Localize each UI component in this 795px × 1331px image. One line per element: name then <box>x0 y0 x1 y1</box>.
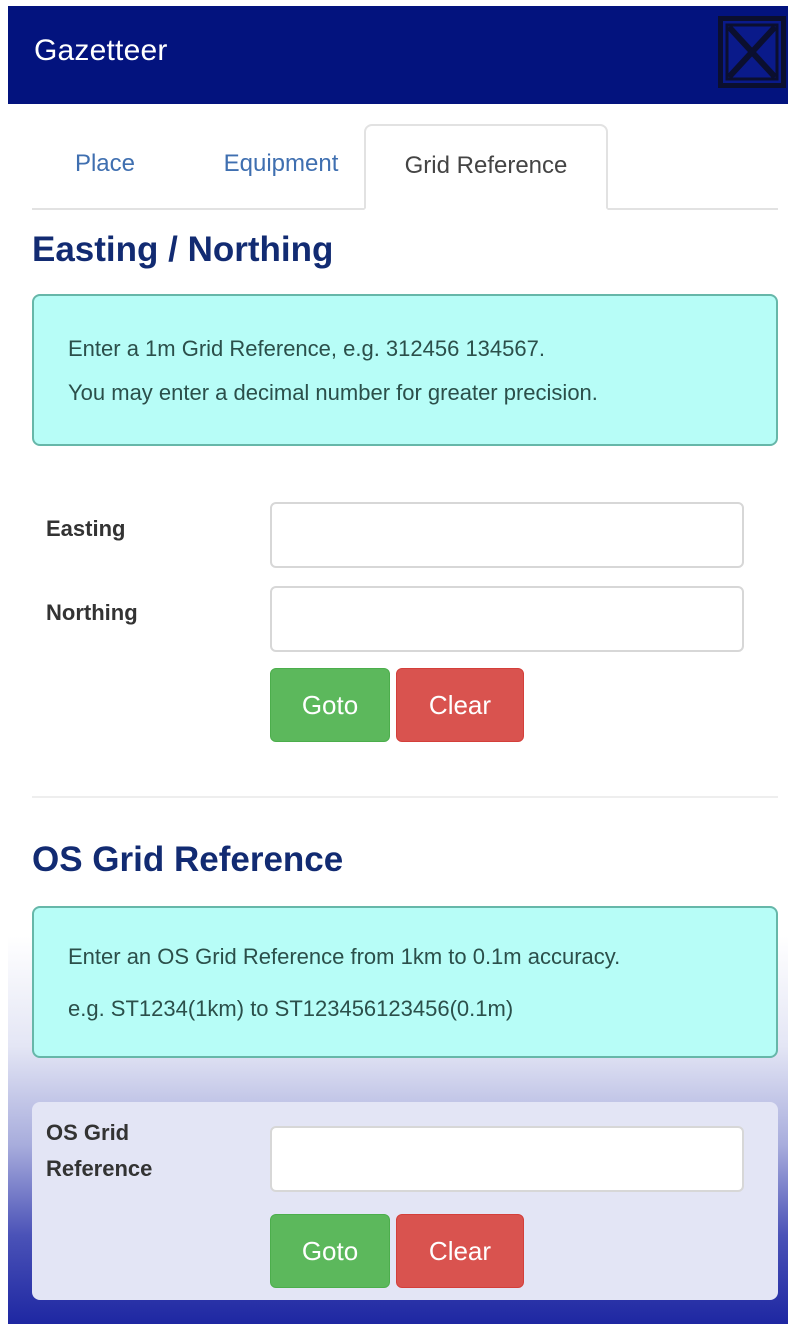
os-grid-form-panel: OS Grid Reference Goto Clear <box>32 1102 778 1300</box>
tab-equipment[interactable]: Equipment <box>192 124 370 208</box>
os-grid-reference-input[interactable] <box>270 1126 744 1192</box>
tab-place[interactable]: Place <box>50 124 160 208</box>
northing-input[interactable] <box>270 586 744 652</box>
section-divider <box>32 796 778 798</box>
easting-label: Easting <box>46 516 126 541</box>
gazetteer-dialog: Gazetteer Place Equipment Grid Reference… <box>8 6 788 1324</box>
dialog-header: Gazetteer <box>8 6 788 104</box>
easting-northing-info: Enter a 1m Grid Reference, e.g. 312456 1… <box>32 294 778 446</box>
close-x-icon <box>725 23 779 81</box>
info-text: Enter an OS Grid Reference from 1km to 0… <box>68 944 621 969</box>
easting-northing-heading: Easting / Northing <box>32 230 334 269</box>
info-text: e.g. ST1234(1km) to ST123456123456(0.1m) <box>68 996 514 1021</box>
goto-button[interactable]: Goto <box>270 1214 390 1288</box>
info-text: Enter a 1m Grid Reference, e.g. 312456 1… <box>68 336 545 361</box>
os-grid-label-line2: Reference <box>46 1156 153 1181</box>
tab-grid-reference[interactable]: Grid Reference <box>364 124 608 210</box>
tab-bar: Place Equipment Grid Reference <box>32 124 778 210</box>
easting-input[interactable] <box>270 502 744 568</box>
clear-button[interactable]: Clear <box>396 1214 524 1288</box>
os-grid-label-line1: OS Grid <box>46 1120 130 1145</box>
northing-label: Northing <box>46 600 138 625</box>
info-text: You may enter a decimal number for great… <box>68 380 598 405</box>
goto-button[interactable]: Goto <box>270 668 390 742</box>
close-button[interactable] <box>718 16 786 88</box>
dialog-title: Gazetteer <box>34 34 168 67</box>
os-grid-info: Enter an OS Grid Reference from 1km to 0… <box>32 906 778 1058</box>
os-grid-reference-heading: OS Grid Reference <box>32 840 344 879</box>
clear-button[interactable]: Clear <box>396 668 524 742</box>
